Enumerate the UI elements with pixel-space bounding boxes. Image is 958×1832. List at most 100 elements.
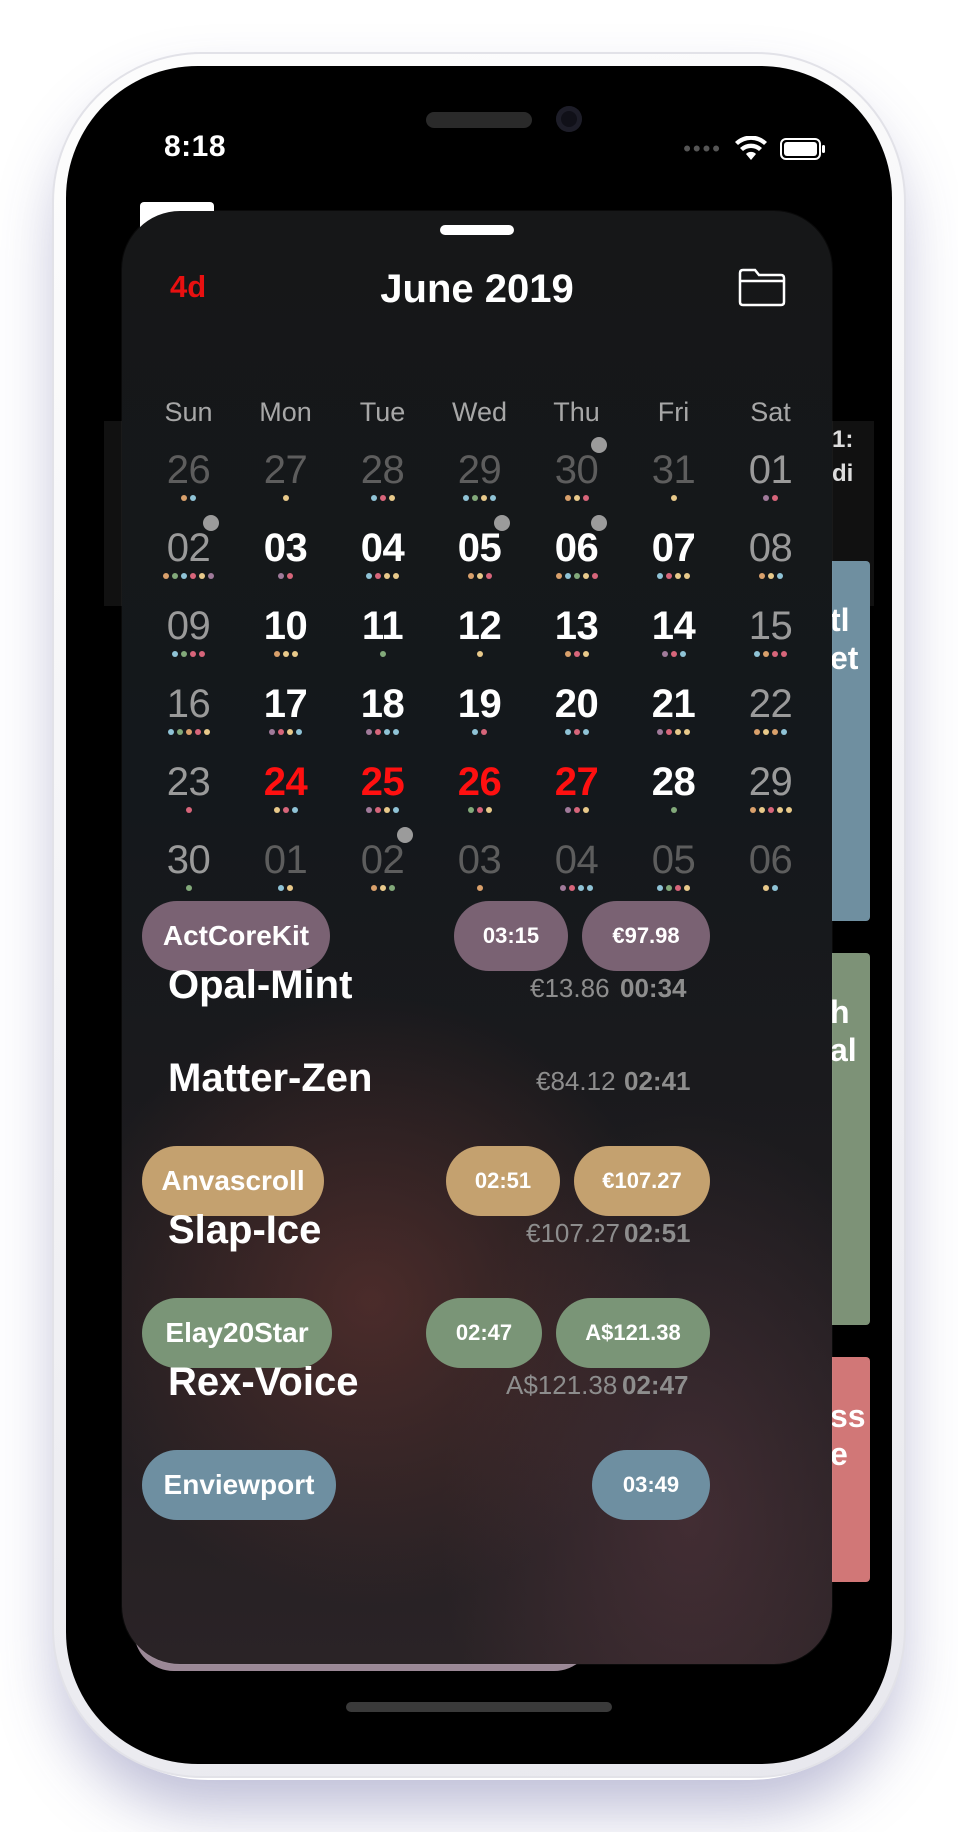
event-time-pill[interactable]: 03:15: [454, 901, 568, 971]
event-dot: [564, 573, 571, 579]
event-dots: [431, 807, 528, 815]
event-dot: [296, 729, 302, 735]
event-dot: [185, 885, 192, 891]
calendar-day[interactable]: 13: [528, 599, 625, 677]
event-dot: [291, 807, 298, 813]
event-price: €13.86: [530, 973, 610, 1003]
calendar-day[interactable]: 27: [237, 443, 334, 521]
calendar-day[interactable]: 24: [237, 755, 334, 833]
calendar-day[interactable]: 18: [334, 677, 431, 755]
day-number: 04: [360, 526, 405, 570]
event-dots: [431, 885, 528, 893]
event-dot: [199, 651, 205, 657]
event-dot: [379, 885, 386, 891]
event-price-pill[interactable]: €97.98: [582, 901, 710, 971]
calendar-day[interactable]: 06: [722, 833, 819, 911]
calendar-day[interactable]: 28: [625, 755, 722, 833]
event-dot: [199, 573, 205, 579]
month-title[interactable]: June 2019: [122, 267, 832, 312]
event-dot: [763, 651, 769, 657]
calendar-day[interactable]: 03: [237, 521, 334, 599]
calendar-day[interactable]: 10: [237, 599, 334, 677]
calendar-day[interactable]: 21: [625, 677, 722, 755]
event-time-pill[interactable]: 02:51: [446, 1146, 560, 1216]
event-name[interactable]: Matter-Zen: [168, 1056, 372, 1101]
calendar-day[interactable]: 29: [431, 443, 528, 521]
event-dot: [181, 573, 187, 579]
event-dot: [587, 885, 593, 891]
calendar-day[interactable]: 06: [528, 515, 625, 599]
event-pill[interactable]: Elay20Star: [142, 1298, 332, 1368]
calendar-sheet: 4d June 2019 Sun Mon Tue Wed Thu Fri Sat…: [122, 211, 832, 1664]
sheet-grabber[interactable]: [440, 225, 514, 235]
calendar-day[interactable]: 01: [237, 833, 334, 911]
calendar-day[interactable]: 16: [140, 677, 237, 755]
calendar-day[interactable]: 30: [528, 437, 625, 521]
event-dot: [573, 807, 580, 813]
calendar-day[interactable]: 02: [140, 515, 237, 599]
event-dots: [528, 807, 625, 815]
calendar-day[interactable]: 01: [722, 443, 819, 521]
event-dots: [334, 495, 431, 503]
speaker-grille: [426, 112, 532, 128]
calendar-day[interactable]: 22: [722, 677, 819, 755]
event-dot: [467, 807, 474, 813]
day-number: 29: [748, 760, 793, 804]
event-dots: [140, 729, 237, 737]
calendar-day[interactable]: 05: [625, 833, 722, 911]
event-name[interactable]: Opal-Mint: [168, 963, 352, 1008]
event-name[interactable]: Slap-Ice: [168, 1208, 321, 1253]
calendar-day[interactable]: 26: [431, 755, 528, 833]
calendar-day[interactable]: 02: [334, 827, 431, 911]
event-dot: [657, 729, 663, 735]
event-price-pill[interactable]: €107.27: [574, 1146, 710, 1216]
day-number: 19: [457, 682, 502, 726]
calendar-day[interactable]: 12: [431, 599, 528, 677]
calendar-day[interactable]: 29: [722, 755, 819, 833]
calendar-day[interactable]: 17: [237, 677, 334, 755]
event-dot: [684, 729, 690, 735]
phone-screen: 8:18 •••• 1: di tl et h al ss e 4d June …: [66, 66, 892, 1764]
weekday-label: Tue: [359, 397, 406, 427]
calendar-day[interactable]: 28: [334, 443, 431, 521]
calendar-day[interactable]: 27: [528, 755, 625, 833]
calendar-day[interactable]: 11: [334, 599, 431, 677]
event-pill[interactable]: ActCoreKit: [142, 901, 330, 971]
calendar-day[interactable]: 26: [140, 443, 237, 521]
calendar-day[interactable]: 07: [625, 521, 722, 599]
calendar-day[interactable]: 05: [431, 515, 528, 599]
calendar-day[interactable]: 15: [722, 599, 819, 677]
calendar-day[interactable]: 19: [431, 677, 528, 755]
calendar-day[interactable]: 31: [625, 443, 722, 521]
calendar-day[interactable]: 23: [140, 755, 237, 833]
event-time-pill[interactable]: 03:49: [592, 1450, 710, 1520]
weekday-label: Thu: [553, 397, 600, 427]
event-dot: [781, 651, 787, 657]
event-pill[interactable]: Enviewport: [142, 1450, 336, 1520]
calendar-day[interactable]: 04: [334, 521, 431, 599]
calendar-day[interactable]: 25: [334, 755, 431, 833]
calendar-day[interactable]: 30: [140, 833, 237, 911]
event-time-pill[interactable]: 02:47: [426, 1298, 542, 1368]
event-price-pill[interactable]: A$121.38: [556, 1298, 710, 1368]
event-dots: [140, 807, 237, 815]
event-dot: [172, 651, 178, 657]
day-number: 16: [166, 682, 211, 726]
calendar-day[interactable]: 03: [431, 833, 528, 911]
event-dot: [573, 495, 580, 501]
event-dot: [767, 573, 774, 579]
home-indicator[interactable]: [346, 1702, 612, 1712]
calendar-day[interactable]: 09: [140, 599, 237, 677]
calendar-day[interactable]: 14: [625, 599, 722, 677]
folder-icon[interactable]: [738, 267, 786, 307]
event-dot: [393, 729, 399, 735]
event-pill[interactable]: Anvascroll: [142, 1146, 324, 1216]
calendar-day[interactable]: 08: [722, 521, 819, 599]
event-name[interactable]: Rex-Voice: [168, 1360, 358, 1405]
event-dot: [282, 807, 289, 813]
event-dot: [481, 495, 487, 501]
day-number: 04: [554, 838, 599, 882]
event-dot: [282, 651, 289, 657]
calendar-day[interactable]: 20: [528, 677, 625, 755]
calendar-day[interactable]: 04: [528, 833, 625, 911]
